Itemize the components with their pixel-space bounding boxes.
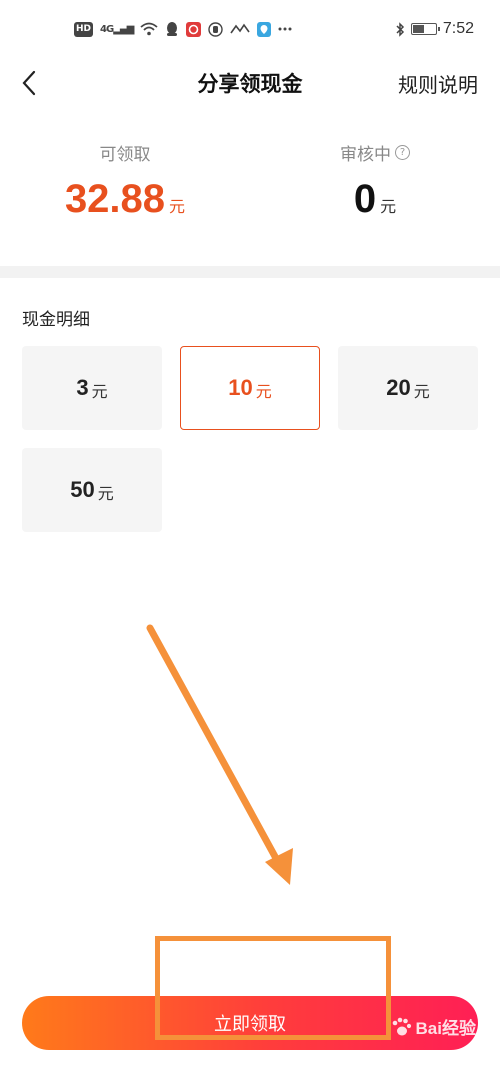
status-bar: HD 4G▂▄▆ 7:52: [0, 0, 500, 58]
section-divider: [0, 266, 500, 278]
reviewing-label: 审核中: [340, 145, 391, 165]
app-notification-icon: [186, 21, 202, 37]
question-icon[interactable]: ?: [395, 145, 410, 160]
wifi-icon: [140, 22, 158, 36]
amount-unit: 元: [255, 382, 272, 401]
location-app-icon: [257, 21, 272, 37]
reviewing-balance: 审核中 ? 0 元: [250, 140, 500, 222]
paw-icon: [392, 1017, 411, 1035]
balance-summary: 可领取 32.88 元 审核中 ? 0 元: [0, 140, 500, 250]
status-icons-left: HD 4G▂▄▆: [74, 18, 292, 40]
amount-option-10[interactable]: 10 元: [180, 346, 320, 430]
signal-icon: 4G▂▄▆: [100, 23, 134, 35]
amount-unit: 元: [91, 382, 108, 401]
available-label: 可领取: [99, 145, 151, 165]
hand-icon: [208, 21, 223, 37]
reviewing-amount: 0: [353, 177, 377, 221]
watermark: Bai经验: [390, 1014, 476, 1039]
amount-value: 20: [386, 375, 411, 400]
amount-unit: 元: [97, 484, 114, 503]
status-time: 7:52: [442, 20, 474, 37]
rules-link[interactable]: 规则说明: [398, 69, 478, 98]
available-amount: 32.88: [64, 177, 166, 221]
amount-unit: 元: [413, 382, 430, 401]
amount-option-3[interactable]: 3 元: [22, 346, 162, 430]
network-type-label: 4G: [100, 23, 114, 35]
hd-badge: HD: [74, 21, 94, 37]
battery-icon: [410, 23, 440, 35]
available-balance: 可领取 32.88 元: [0, 140, 250, 222]
more-icon: [278, 27, 292, 31]
section-title: 现金明细: [22, 310, 90, 330]
available-unit: 元: [169, 197, 186, 216]
signal-strength-icon: [230, 23, 250, 35]
claim-button-label: 立即领取: [214, 1014, 286, 1035]
nav-header: 分享领现金 规则说明: [0, 58, 500, 108]
qq-icon: [165, 21, 179, 37]
status-icons-right: 7:52: [395, 18, 474, 40]
amount-value: 50: [70, 477, 95, 502]
watermark-text: Bai经验: [415, 1019, 476, 1038]
amount-value: 10: [228, 375, 253, 400]
bluetooth-icon: [395, 21, 405, 37]
amount-option-50[interactable]: 50 元: [22, 448, 162, 532]
amount-value: 3: [76, 375, 89, 400]
reviewing-unit: 元: [380, 197, 397, 216]
amount-option-20[interactable]: 20 元: [338, 346, 478, 430]
